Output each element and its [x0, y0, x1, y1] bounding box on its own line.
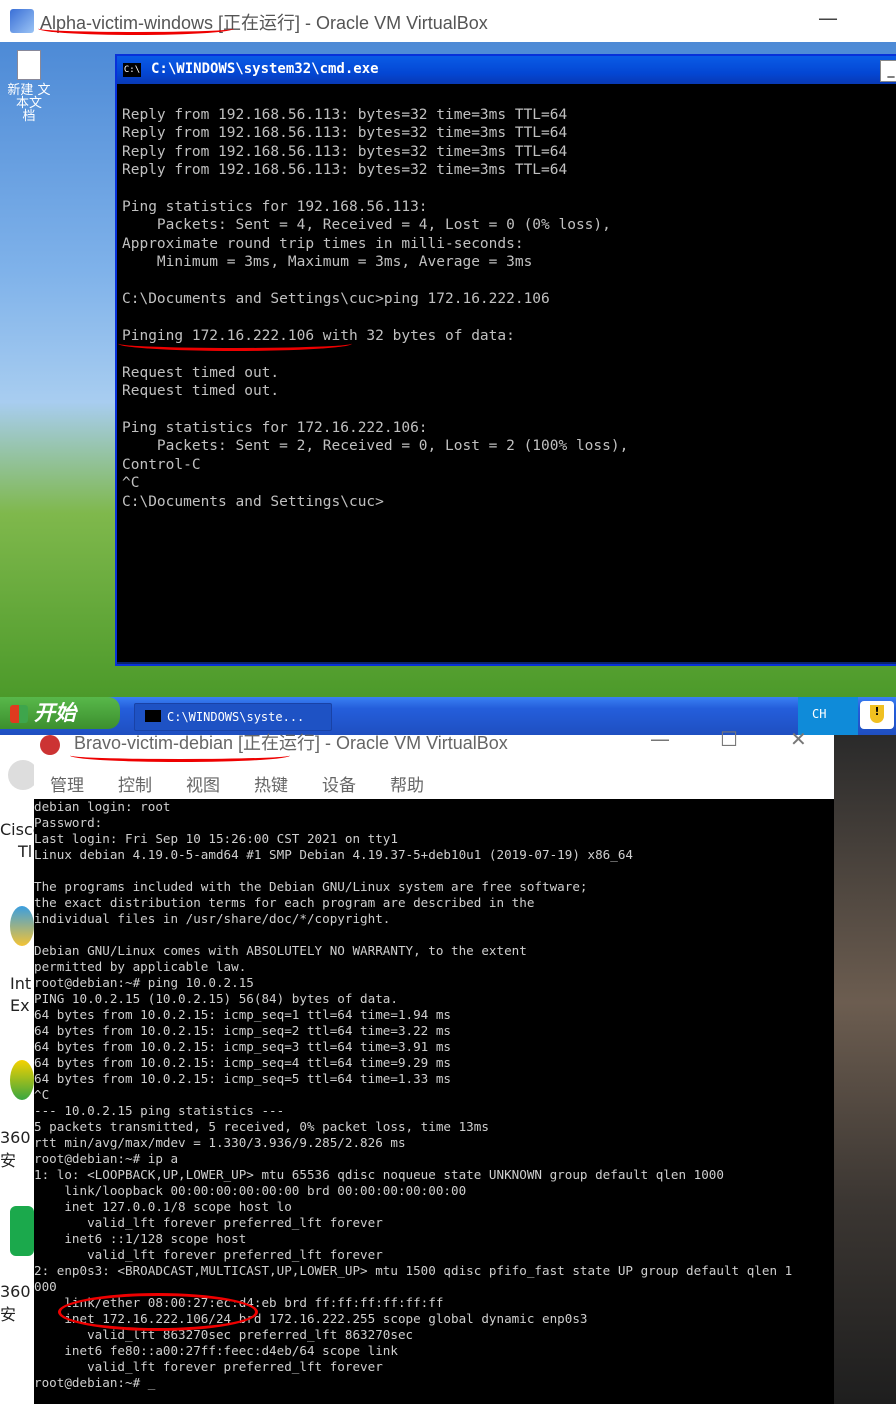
close-button[interactable]: ✕	[790, 727, 807, 751]
cmd-line: C:\Documents and Settings\cuc>	[122, 493, 384, 510]
cmd-icon	[145, 710, 161, 722]
cmd-line: Request timed out.	[122, 364, 280, 381]
menu-item-devices[interactable]: 设备	[322, 771, 356, 796]
bottom-window-titlebar[interactable]: Bravo-victim-debian [正在运行] - Oracle VM V…	[34, 727, 834, 767]
terminal-line: 64 bytes from 10.0.2.15: icmp_seq=2 ttl=…	[34, 1023, 452, 1038]
ie-icon[interactable]	[10, 906, 34, 946]
cmd-console-output[interactable]: Reply from 192.168.56.113: bytes=32 time…	[117, 84, 896, 662]
desktop-icon-label: Cisco	[0, 820, 43, 839]
cmd-line: Approximate round trip times in milli-se…	[122, 235, 524, 252]
terminal-line: root@debian:~# ping 10.0.2.15	[34, 975, 254, 990]
terminal-line: 64 bytes from 10.0.2.15: icmp_seq=1 ttl=…	[34, 1007, 452, 1022]
terminal-line: the exact distribution terms for each pr…	[34, 895, 535, 910]
cmd-line: Request timed out.	[122, 383, 280, 400]
system-tray	[798, 697, 858, 735]
terminal-line: permitted by applicable law.	[34, 959, 247, 974]
terminal-line: Linux debian 4.19.0-5-amd64 #1 SMP Debia…	[34, 847, 633, 862]
terminal-line: root@debian:~# _	[34, 1375, 156, 1390]
cmd-minimize-button[interactable]: _	[880, 60, 896, 82]
terminal-line: ^C	[34, 1087, 50, 1102]
red-underline-annotation	[38, 22, 234, 35]
terminal-line: inet6 fe80::a00:27ff:feec:d4eb/64 scope …	[34, 1343, 398, 1358]
menu-item-control[interactable]: 控制	[118, 771, 152, 796]
terminal-line: 5 packets transmitted, 5 received, 0% pa…	[34, 1119, 489, 1134]
cmd-line: Reply from 192.168.56.113: bytes=32 time…	[122, 162, 568, 179]
cmd-line: Ping statistics for 172.16.222.106:	[122, 419, 428, 436]
bottom-virtualbox-window[interactable]: Bravo-victim-debian [正在运行] - Oracle VM V…	[34, 727, 834, 1404]
security-shield-icon[interactable]: !	[860, 701, 894, 729]
cmd-line: ^C	[122, 475, 140, 492]
red-underline-annotation	[70, 749, 290, 762]
terminal-line: PING 10.0.2.15 (10.0.2.15) 56(84) bytes …	[34, 991, 398, 1006]
taskbar-item-cmd[interactable]: C:\WINDOWS\syste...	[134, 703, 332, 731]
terminal-line: Debian GNU/Linux comes with ABSOLUTELY N…	[34, 943, 527, 958]
cmd-line	[122, 308, 896, 326]
cmd-line	[122, 401, 896, 419]
top-virtualbox-window: Alpha-victim-windows [正在运行] - Oracle VM …	[0, 0, 896, 735]
windows-flag-icon	[10, 705, 28, 723]
terminal-line: valid_lft forever preferred_lft forever	[34, 1215, 383, 1230]
360-safe-icon[interactable]	[10, 1206, 34, 1256]
terminal-line: valid_lft forever preferred_lft forever	[34, 1247, 383, 1262]
menu-item-help[interactable]: 帮助	[390, 771, 424, 796]
cmd-line: Control-C	[122, 456, 201, 473]
terminal-line: 64 bytes from 10.0.2.15: icmp_seq=5 ttl=…	[34, 1071, 452, 1086]
terminal-line: The programs included with the Debian GN…	[34, 879, 588, 894]
cmd-icon: C:\	[123, 63, 141, 77]
terminal-line: --- 10.0.2.15 ping statistics ---	[34, 1103, 285, 1118]
cmd-title: C:\WINDOWS\system32\cmd.exe	[151, 61, 379, 77]
desktop-icon-new-text[interactable]: 新建 文本文 档	[4, 50, 54, 123]
cmd-line: Reply from 192.168.56.113: bytes=32 time…	[122, 107, 568, 123]
desktop-icon-label: 新建 文本文 档	[7, 83, 51, 124]
desktop-icon-label: 360安	[0, 1128, 31, 1170]
terminal-line: 2: enp0s3: <BROADCAST,MULTICAST,UP,LOWER…	[34, 1263, 793, 1278]
terminal-line: link/loopback 00:00:00:00:00:00 brd 00:0…	[34, 1183, 467, 1198]
cmd-line: C:\Documents and Settings\cuc>ping 172.1…	[122, 291, 550, 308]
terminal-line: debian login: root	[34, 799, 171, 814]
virtualbox-icon	[10, 9, 34, 33]
terminal-line: individual files in /usr/share/doc/*/cop…	[34, 911, 391, 926]
top-window-titlebar[interactable]: Alpha-victim-windows [正在运行] - Oracle VM …	[0, 0, 896, 42]
red-circle-annotation	[58, 1293, 258, 1331]
cmd-line	[122, 272, 896, 290]
menu-item-hotkeys[interactable]: 热键	[254, 771, 288, 796]
cmd-line: Packets: Sent = 4, Received = 4, Lost = …	[122, 217, 611, 234]
language-indicator[interactable]: CH	[812, 707, 826, 721]
minimize-button[interactable]: —	[818, 6, 838, 30]
start-button[interactable]: 开始	[0, 697, 120, 729]
terminal-line: inet 127.0.0.1/8 scope host lo	[34, 1199, 292, 1214]
terminal-line: Last login: Fri Sep 10 15:26:00 CST 2021…	[34, 831, 398, 846]
vbox-menubar: 管理 控制 视图 热键 设备 帮助	[34, 767, 834, 799]
cmd-line: Minimum = 3ms, Maximum = 3ms, Average = …	[122, 254, 533, 271]
terminal-line: root@debian:~# ip a	[34, 1151, 179, 1166]
menu-item-manage[interactable]: 管理	[50, 771, 84, 796]
cmd-line: Ping statistics for 192.168.56.113:	[122, 199, 428, 216]
cmd-line: Reply from 192.168.56.113: bytes=32 time…	[122, 125, 568, 142]
terminal-line: valid_lft forever preferred_lft forever	[34, 1359, 383, 1374]
start-label: 开始	[34, 701, 76, 725]
cmd-window[interactable]: C:\ C:\WINDOWS\system32\cmd.exe _ Reply …	[115, 54, 896, 666]
terminal-line: 64 bytes from 10.0.2.15: icmp_seq=4 ttl=…	[34, 1055, 452, 1070]
terminal-line: rtt min/avg/max/mdev = 1.330/3.936/9.285…	[34, 1135, 406, 1150]
taskbar-item-label: C:\WINDOWS\syste...	[167, 710, 305, 724]
desktop-icon-label: 360安	[0, 1282, 31, 1324]
360-icon[interactable]	[10, 1060, 34, 1100]
terminal-line: Password:	[34, 815, 103, 830]
debian-swirl-icon	[40, 735, 60, 755]
red-underline-annotation	[118, 336, 352, 351]
cmd-line: Reply from 192.168.56.113: bytes=32 time…	[122, 143, 568, 160]
terminal-line: 1: lo: <LOOPBACK,UP,LOWER_UP> mtu 65536 …	[34, 1167, 724, 1182]
cmd-titlebar[interactable]: C:\ C:\WINDOWS\system32\cmd.exe _	[117, 56, 896, 84]
terminal-line: inet6 ::1/128 scope host	[34, 1231, 247, 1246]
terminal-line: 64 bytes from 10.0.2.15: icmp_seq=3 ttl=…	[34, 1039, 452, 1054]
cmd-line	[122, 180, 896, 198]
cmd-line: Packets: Sent = 2, Received = 0, Lost = …	[122, 438, 629, 455]
text-file-icon	[17, 50, 41, 80]
minimize-button[interactable]: —	[650, 727, 670, 751]
maximize-button[interactable]: ☐	[720, 727, 738, 751]
background-photo	[834, 735, 896, 1404]
menu-item-view[interactable]: 视图	[186, 771, 220, 796]
